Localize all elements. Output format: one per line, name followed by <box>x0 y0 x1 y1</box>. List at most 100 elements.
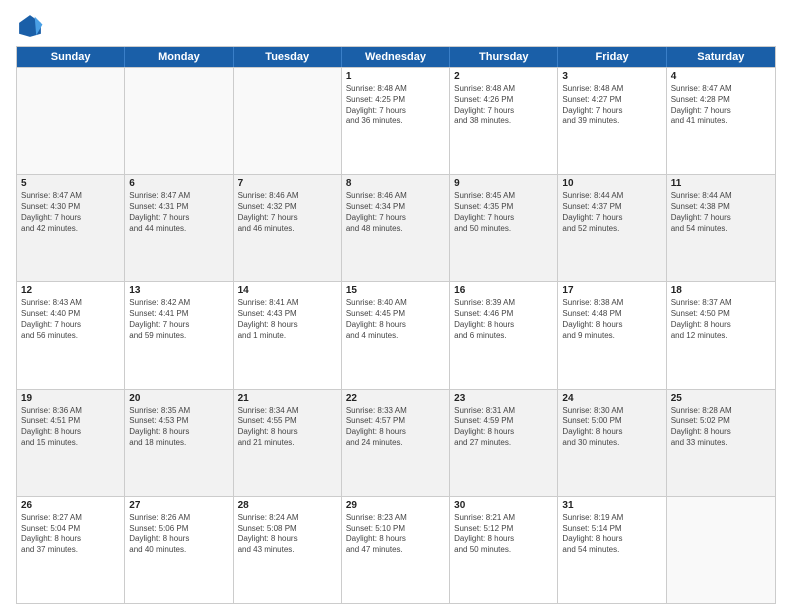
cell-text: Sunrise: 8:44 AM Sunset: 4:37 PM Dayligh… <box>562 191 661 234</box>
cell-text: Sunrise: 8:45 AM Sunset: 4:35 PM Dayligh… <box>454 191 553 234</box>
day-number: 23 <box>454 393 553 404</box>
calendar-header-cell: Friday <box>558 47 666 67</box>
cell-text: Sunrise: 8:47 AM Sunset: 4:28 PM Dayligh… <box>671 84 771 127</box>
page: SundayMondayTuesdayWednesdayThursdayFrid… <box>0 0 792 612</box>
day-number: 21 <box>238 393 337 404</box>
calendar-cell: 9 Sunrise: 8:45 AM Sunset: 4:35 PM Daylig… <box>450 175 558 281</box>
day-number: 4 <box>671 71 771 82</box>
day-number: 13 <box>129 285 228 296</box>
calendar-cell: 11 Sunrise: 8:44 AM Sunset: 4:38 PM Dayli… <box>667 175 775 281</box>
cell-text: Sunrise: 8:24 AM Sunset: 5:08 PM Dayligh… <box>238 513 337 556</box>
cell-text: Sunrise: 8:38 AM Sunset: 4:48 PM Dayligh… <box>562 298 661 341</box>
calendar-cell: 1 Sunrise: 8:48 AM Sunset: 4:25 PM Daylig… <box>342 68 450 174</box>
calendar-header-cell: Wednesday <box>342 47 450 67</box>
day-number: 27 <box>129 500 228 511</box>
calendar-cell: 2Sunrise: 8:48 AM Sunset: 4:26 PM Daylig… <box>450 68 558 174</box>
day-number: 17 <box>562 285 661 296</box>
day-number: 5 <box>21 178 120 189</box>
day-number: 11 <box>671 178 771 189</box>
calendar-cell: 6Sunrise: 8:47 AM Sunset: 4:31 PM Daylig… <box>125 175 233 281</box>
logo-icon <box>16 12 44 40</box>
calendar-cell: 7 Sunrise: 8:46 AM Sunset: 4:32 PM Daylig… <box>234 175 342 281</box>
day-number: 12 <box>21 285 120 296</box>
day-number: 3 <box>562 71 661 82</box>
day-number: 26 <box>21 500 120 511</box>
day-number: 1 <box>346 71 445 82</box>
day-number: 15 <box>346 285 445 296</box>
day-number: 24 <box>562 393 661 404</box>
day-number: 16 <box>454 285 553 296</box>
calendar-cell: 10 Sunrise: 8:44 AM Sunset: 4:37 PM Dayli… <box>558 175 666 281</box>
day-number: 19 <box>21 393 120 404</box>
calendar-header-cell: Thursday <box>450 47 558 67</box>
calendar-cell: 27 Sunrise: 8:26 AM Sunset: 5:06 PM Dayli… <box>125 497 233 603</box>
calendar-cell: 16 Sunrise: 8:39 AM Sunset: 4:46 PM Dayli… <box>450 282 558 388</box>
calendar-week: 19 Sunrise: 8:36 AM Sunset: 4:51 PM Dayli… <box>17 389 775 496</box>
cell-text: Sunrise: 8:40 AM Sunset: 4:45 PM Dayligh… <box>346 298 445 341</box>
day-number: 2 <box>454 71 553 82</box>
cell-text: Sunrise: 8:39 AM Sunset: 4:46 PM Dayligh… <box>454 298 553 341</box>
calendar-cell: 3 Sunrise: 8:48 AM Sunset: 4:27 PM Daylig… <box>558 68 666 174</box>
cell-text: Sunrise: 8:44 AM Sunset: 4:38 PM Dayligh… <box>671 191 771 234</box>
cell-text: Sunrise: 8:42 AM Sunset: 4:41 PM Dayligh… <box>129 298 228 341</box>
day-number: 7 <box>238 178 337 189</box>
day-number: 31 <box>562 500 661 511</box>
calendar-cell: 28 Sunrise: 8:24 AM Sunset: 5:08 PM Dayli… <box>234 497 342 603</box>
header <box>16 12 776 40</box>
calendar-cell: 22Sunrise: 8:33 AM Sunset: 4:57 PM Dayli… <box>342 390 450 496</box>
cell-text: Sunrise: 8:27 AM Sunset: 5:04 PM Dayligh… <box>21 513 120 556</box>
calendar-cell: 31 Sunrise: 8:19 AM Sunset: 5:14 PM Dayli… <box>558 497 666 603</box>
cell-text: Sunrise: 8:19 AM Sunset: 5:14 PM Dayligh… <box>562 513 661 556</box>
calendar-cell: 18Sunrise: 8:37 AM Sunset: 4:50 PM Dayli… <box>667 282 775 388</box>
calendar-week: 26 Sunrise: 8:27 AM Sunset: 5:04 PM Dayli… <box>17 496 775 603</box>
calendar-cell <box>17 68 125 174</box>
day-number: 22 <box>346 393 445 404</box>
calendar-week: 5 Sunrise: 8:47 AM Sunset: 4:30 PM Daylig… <box>17 174 775 281</box>
cell-text: Sunrise: 8:48 AM Sunset: 4:27 PM Dayligh… <box>562 84 661 127</box>
day-number: 9 <box>454 178 553 189</box>
calendar: SundayMondayTuesdayWednesdayThursdayFrid… <box>16 46 776 604</box>
cell-text: Sunrise: 8:36 AM Sunset: 4:51 PM Dayligh… <box>21 406 120 449</box>
calendar-body: 1 Sunrise: 8:48 AM Sunset: 4:25 PM Daylig… <box>17 67 775 603</box>
calendar-cell: 29Sunrise: 8:23 AM Sunset: 5:10 PM Dayli… <box>342 497 450 603</box>
cell-text: Sunrise: 8:47 AM Sunset: 4:31 PM Dayligh… <box>129 191 228 234</box>
calendar-cell <box>125 68 233 174</box>
day-number: 25 <box>671 393 771 404</box>
calendar-cell: 14Sunrise: 8:41 AM Sunset: 4:43 PM Dayli… <box>234 282 342 388</box>
calendar-cell: 26 Sunrise: 8:27 AM Sunset: 5:04 PM Dayli… <box>17 497 125 603</box>
calendar-header-cell: Monday <box>125 47 233 67</box>
calendar-header-cell: Tuesday <box>234 47 342 67</box>
cell-text: Sunrise: 8:47 AM Sunset: 4:30 PM Dayligh… <box>21 191 120 234</box>
cell-text: Sunrise: 8:41 AM Sunset: 4:43 PM Dayligh… <box>238 298 337 341</box>
day-number: 20 <box>129 393 228 404</box>
cell-text: Sunrise: 8:35 AM Sunset: 4:53 PM Dayligh… <box>129 406 228 449</box>
day-number: 28 <box>238 500 337 511</box>
calendar-cell: 5 Sunrise: 8:47 AM Sunset: 4:30 PM Daylig… <box>17 175 125 281</box>
day-number: 18 <box>671 285 771 296</box>
cell-text: Sunrise: 8:28 AM Sunset: 5:02 PM Dayligh… <box>671 406 771 449</box>
calendar-cell: 25 Sunrise: 8:28 AM Sunset: 5:02 PM Dayli… <box>667 390 775 496</box>
calendar-week: 12 Sunrise: 8:43 AM Sunset: 4:40 PM Dayli… <box>17 281 775 388</box>
cell-text: Sunrise: 8:46 AM Sunset: 4:32 PM Dayligh… <box>238 191 337 234</box>
calendar-cell: 12 Sunrise: 8:43 AM Sunset: 4:40 PM Dayli… <box>17 282 125 388</box>
calendar-cell: 24 Sunrise: 8:30 AM Sunset: 5:00 PM Dayli… <box>558 390 666 496</box>
calendar-header-cell: Saturday <box>667 47 775 67</box>
calendar-cell: 4 Sunrise: 8:47 AM Sunset: 4:28 PM Daylig… <box>667 68 775 174</box>
cell-text: Sunrise: 8:46 AM Sunset: 4:34 PM Dayligh… <box>346 191 445 234</box>
cell-text: Sunrise: 8:31 AM Sunset: 4:59 PM Dayligh… <box>454 406 553 449</box>
calendar-cell <box>667 497 775 603</box>
cell-text: Sunrise: 8:30 AM Sunset: 5:00 PM Dayligh… <box>562 406 661 449</box>
calendar-cell: 21Sunrise: 8:34 AM Sunset: 4:55 PM Dayli… <box>234 390 342 496</box>
calendar-cell: 19 Sunrise: 8:36 AM Sunset: 4:51 PM Dayli… <box>17 390 125 496</box>
calendar-header-row: SundayMondayTuesdayWednesdayThursdayFrid… <box>17 47 775 67</box>
calendar-cell: 23 Sunrise: 8:31 AM Sunset: 4:59 PM Dayli… <box>450 390 558 496</box>
cell-text: Sunrise: 8:43 AM Sunset: 4:40 PM Dayligh… <box>21 298 120 341</box>
cell-text: Sunrise: 8:21 AM Sunset: 5:12 PM Dayligh… <box>454 513 553 556</box>
cell-text: Sunrise: 8:23 AM Sunset: 5:10 PM Dayligh… <box>346 513 445 556</box>
cell-text: Sunrise: 8:48 AM Sunset: 4:25 PM Dayligh… <box>346 84 445 127</box>
cell-text: Sunrise: 8:26 AM Sunset: 5:06 PM Dayligh… <box>129 513 228 556</box>
calendar-cell: 30 Sunrise: 8:21 AM Sunset: 5:12 PM Dayli… <box>450 497 558 603</box>
day-number: 30 <box>454 500 553 511</box>
day-number: 10 <box>562 178 661 189</box>
calendar-cell: 17 Sunrise: 8:38 AM Sunset: 4:48 PM Dayli… <box>558 282 666 388</box>
